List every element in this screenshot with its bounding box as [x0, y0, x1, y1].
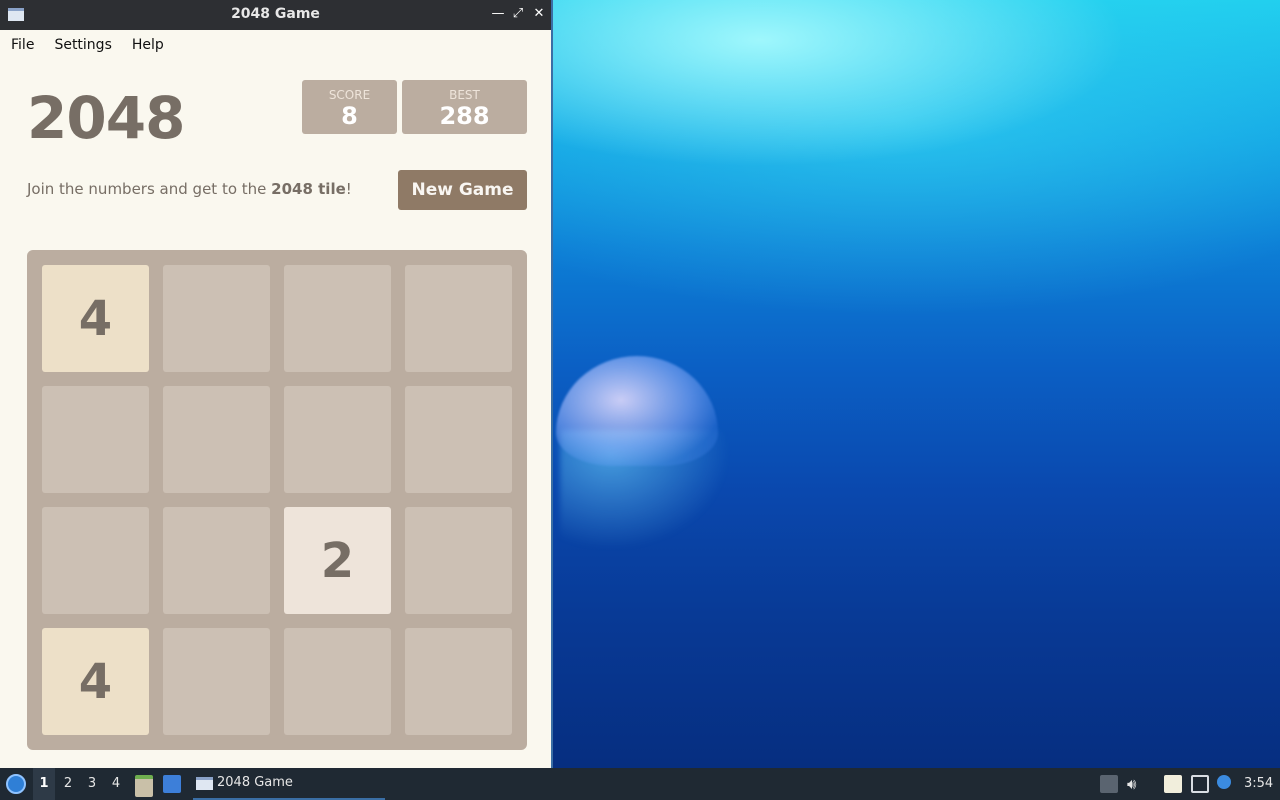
workspace-2[interactable]: 2	[57, 768, 79, 800]
game-board[interactable]: 4 2 4	[27, 250, 527, 750]
tile-r2-c1	[163, 507, 270, 614]
taskbar: 1 2 3 4 2048 Game 🔊︎ 3:54	[0, 768, 1280, 800]
intro-prefix: Join the numbers and get to the	[27, 180, 272, 198]
tile-r0-c2	[284, 265, 391, 372]
workspace-3[interactable]: 3	[81, 768, 103, 800]
tile-r3-c0: 4	[42, 628, 149, 735]
menu-file[interactable]: File	[11, 37, 34, 53]
task-title: 2048 Game	[217, 775, 293, 790]
close-button[interactable]: ✕	[530, 5, 548, 23]
start-menu-icon[interactable]	[6, 774, 26, 794]
tile-r2-c0	[42, 507, 149, 614]
volume-icon[interactable]: 🔊︎	[1127, 775, 1145, 793]
tile-r0-c0: 4	[42, 265, 149, 372]
menu-settings[interactable]: Settings	[54, 37, 111, 53]
game-window: 2048 Game — ⤢ ✕ File Settings Help 2048 …	[0, 0, 553, 768]
tile-r1-c0	[42, 386, 149, 493]
tile-r1-c1	[163, 386, 270, 493]
game-title: 2048	[27, 84, 185, 152]
intro-suffix: !	[345, 180, 352, 198]
maximize-button[interactable]: ⤢	[509, 5, 527, 23]
tile-r2-c3	[405, 507, 512, 614]
best-value: 288	[439, 102, 490, 130]
menu-help[interactable]: Help	[132, 37, 164, 53]
clipboard-icon[interactable]	[1164, 775, 1182, 793]
tile-r2-c2: 2	[284, 507, 391, 614]
tile-r1-c2	[284, 386, 391, 493]
task-app-icon	[196, 777, 213, 790]
window-title: 2048 Game	[231, 6, 320, 22]
tile-r3-c1	[163, 628, 270, 735]
file-manager-icon[interactable]	[135, 775, 153, 797]
upload-icon[interactable]	[1100, 775, 1118, 793]
score-label: SCORE	[328, 88, 371, 102]
score-value: 8	[341, 102, 358, 130]
tile-r3-c2	[284, 628, 391, 735]
workspace-1[interactable]: 1	[33, 768, 55, 800]
tile-r0-c3	[405, 265, 512, 372]
score-box: SCORE 8	[302, 80, 397, 134]
window-titlebar[interactable]: 2048 Game — ⤢ ✕	[0, 0, 551, 30]
tile-r0-c1	[163, 265, 270, 372]
best-box: BEST 288	[402, 80, 527, 134]
intro-text: Join the numbers and get to the 2048 til…	[27, 180, 352, 198]
workspace-4[interactable]: 4	[105, 768, 127, 800]
tile-r3-c3	[405, 628, 512, 735]
tile-r1-c3	[405, 386, 512, 493]
network-icon[interactable]	[1191, 775, 1209, 793]
menubar: File Settings Help	[0, 30, 551, 60]
clock[interactable]: 3:54	[1244, 768, 1273, 800]
jellyfish	[556, 356, 718, 466]
show-desktop-icon[interactable]	[163, 775, 181, 793]
minimize-button[interactable]: —	[489, 5, 507, 23]
new-game-button[interactable]: New Game	[398, 170, 527, 210]
notification-icon[interactable]	[1217, 775, 1231, 789]
intro-bold: 2048 tile	[271, 180, 346, 198]
taskbar-task-2048[interactable]: 2048 Game	[193, 768, 385, 800]
best-label: BEST	[449, 88, 480, 102]
